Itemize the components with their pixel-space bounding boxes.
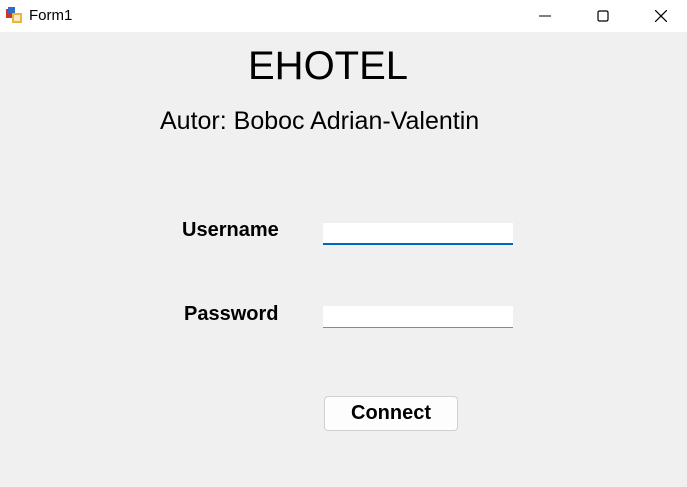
username-input[interactable]	[323, 223, 513, 245]
app-heading-text: EHOTEL	[248, 44, 409, 88]
maximize-icon	[597, 10, 609, 22]
close-icon	[655, 10, 667, 22]
maximize-button[interactable]	[574, 0, 632, 32]
minimize-button[interactable]	[516, 0, 574, 32]
password-input[interactable]	[323, 306, 513, 328]
minimize-icon	[539, 15, 551, 17]
window-title: Form1	[29, 7, 73, 24]
app-heading: EHOTEL	[240, 44, 440, 88]
close-button[interactable]	[632, 0, 687, 32]
connect-button[interactable]: Connect	[324, 396, 458, 431]
title-bar: Form1	[0, 0, 687, 32]
author-label: Autor: Boboc Adrian-Valentin	[160, 107, 480, 135]
password-label: Password	[184, 303, 279, 325]
app-icon[interactable]	[6, 7, 22, 23]
username-label: Username	[182, 219, 279, 241]
